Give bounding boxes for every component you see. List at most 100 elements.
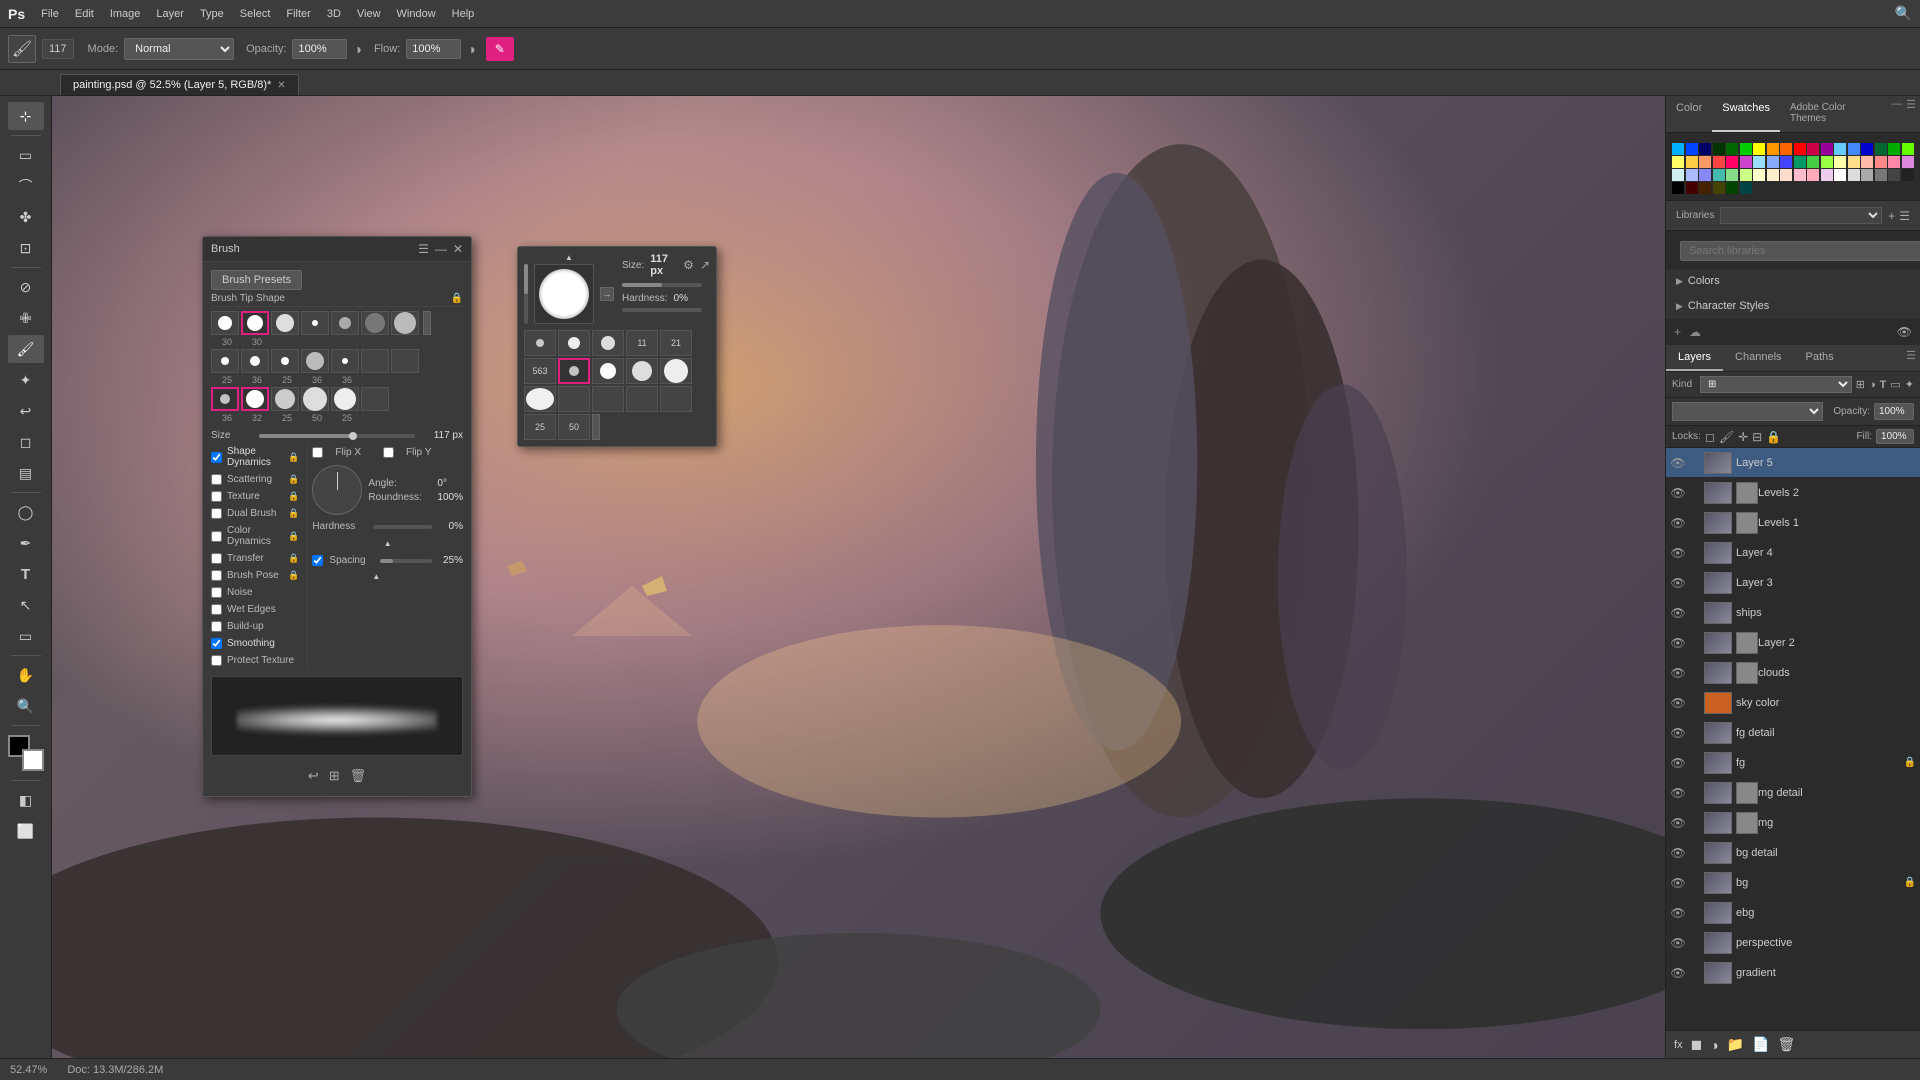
btp-tip-4[interactable]: 11: [626, 330, 658, 356]
layer-row-Layer_2[interactable]: 👁 Layer 2: [1666, 628, 1920, 658]
panel-menu-icon[interactable]: ☰: [1906, 98, 1916, 130]
swatch-cell-7[interactable]: [1767, 143, 1779, 155]
brush-tip-cell-4[interactable]: [301, 311, 329, 335]
layers-panel-menu-icon[interactable]: ☰: [1906, 350, 1916, 362]
fill-value-input[interactable]: [1876, 429, 1914, 444]
libraries-dropdown[interactable]: Article_Elements_2014 (2): [1720, 207, 1882, 224]
swatch-cell-5[interactable]: [1740, 143, 1752, 155]
brush-tip-cell-10[interactable]: [271, 349, 299, 373]
brush-tip-cell-5[interactable]: [331, 311, 359, 335]
menu-file[interactable]: File: [41, 8, 59, 20]
swatch-cell-37[interactable]: [1686, 169, 1698, 181]
swatch-cell-22[interactable]: [1726, 156, 1738, 168]
swatch-cell-26[interactable]: [1780, 156, 1792, 168]
lib-add-icon[interactable]: +: [1888, 209, 1895, 223]
swatch-cell-53[interactable]: [1902, 169, 1914, 181]
layer-fx-btn[interactable]: fx: [1674, 1036, 1683, 1053]
layer-folder-btn[interactable]: 📁: [1727, 1036, 1744, 1053]
wet-edges-check[interactable]: Wet Edges: [211, 602, 299, 617]
document-tab[interactable]: painting.psd @ 52.5% (Layer 5, RGB/8)* ✕: [60, 74, 299, 95]
tab-color[interactable]: Color: [1666, 96, 1712, 132]
brush-tip-cell-3[interactable]: [271, 311, 299, 335]
swatch-cell-17[interactable]: [1902, 143, 1914, 155]
brush-tip-cell-2[interactable]: [241, 311, 269, 335]
transfer-check[interactable]: Transfer🔒: [211, 551, 299, 566]
swatch-cell-35[interactable]: [1902, 156, 1914, 168]
tab-close-btn[interactable]: ✕: [277, 80, 285, 91]
layer-eye-1[interactable]: 👁: [1670, 485, 1686, 501]
kind-text-icon[interactable]: T: [1880, 379, 1887, 391]
swatch-cell-42[interactable]: [1753, 169, 1765, 181]
blend-mode-select[interactable]: Normal: [1672, 402, 1823, 421]
brush-tip-cell-sel-2[interactable]: [241, 387, 269, 411]
brush-tip-cell-8[interactable]: [211, 349, 239, 373]
gradient-tool[interactable]: ▤: [8, 459, 44, 487]
swatch-cell-49[interactable]: [1848, 169, 1860, 181]
crop-tool[interactable]: ⊡: [8, 234, 44, 262]
layer-eye-7[interactable]: 👁: [1670, 665, 1686, 681]
swatch-cell-48[interactable]: [1834, 169, 1846, 181]
layer-eye-15[interactable]: 👁: [1670, 905, 1686, 921]
history-brush-tool[interactable]: ↩: [8, 397, 44, 425]
lock-artboard-btn[interactable]: ⊟: [1752, 430, 1762, 444]
swatch-cell-21[interactable]: [1713, 156, 1725, 168]
swatch-cell-34[interactable]: [1888, 156, 1900, 168]
brush-tip-cell-sel-1[interactable]: [211, 387, 239, 411]
scattering-check[interactable]: Scattering🔒: [211, 472, 299, 487]
layer-adjustment-btn[interactable]: ◑: [1710, 1036, 1718, 1053]
tab-swatches[interactable]: Swatches: [1712, 96, 1780, 132]
flip-x-checkbox[interactable]: [312, 447, 323, 458]
color-dynamics-check[interactable]: Color Dynamics🔒: [211, 523, 299, 549]
layer-delete-btn[interactable]: 🗑: [1778, 1036, 1796, 1053]
layer-eye-0[interactable]: 👁: [1670, 455, 1686, 471]
btp-tip-14[interactable]: [626, 386, 658, 412]
swatch-cell-6[interactable]: [1753, 143, 1765, 155]
layer-row-gradient[interactable]: 👁 gradient: [1666, 958, 1920, 988]
texture-check[interactable]: Texture🔒: [211, 489, 299, 504]
swatch-cell-11[interactable]: [1821, 143, 1833, 155]
layer-eye-10[interactable]: 👁: [1670, 755, 1686, 771]
swatch-cell-55[interactable]: [1686, 182, 1698, 194]
kind-pixel-icon[interactable]: ⊞: [1856, 378, 1865, 391]
layer-eye-2[interactable]: 👁: [1670, 515, 1686, 531]
layer-row-mg[interactable]: 👁 mg: [1666, 808, 1920, 838]
swatch-cell-39[interactable]: [1713, 169, 1725, 181]
mode-select[interactable]: Normal: [124, 38, 234, 60]
swatch-cell-32[interactable]: [1861, 156, 1873, 168]
brush-tip-cell-sel-6[interactable]: [361, 387, 389, 411]
btp-size-slider[interactable]: [622, 283, 702, 287]
menu-view[interactable]: View: [357, 8, 381, 20]
swatch-cell-4[interactable]: [1726, 143, 1738, 155]
layer-eye-3[interactable]: 👁: [1670, 545, 1686, 561]
swatch-cell-10[interactable]: [1807, 143, 1819, 155]
layer-row-bg[interactable]: 👁 bg 🔒: [1666, 868, 1920, 898]
brush-tool-icon[interactable]: 🖌: [8, 35, 36, 63]
swatch-cell-36[interactable]: [1672, 169, 1684, 181]
swatch-cell-0[interactable]: [1672, 143, 1684, 155]
layer-eye-14[interactable]: 👁: [1670, 875, 1686, 891]
swatch-cell-50[interactable]: [1861, 169, 1873, 181]
btp-tip-13[interactable]: [592, 386, 624, 412]
layer-row-Levels_2[interactable]: 👁 Levels 2: [1666, 478, 1920, 508]
btp-tip-7[interactable]: [558, 358, 590, 384]
layer-eye-13[interactable]: 👁: [1670, 845, 1686, 861]
lock-image-btn[interactable]: 🖌: [1719, 430, 1734, 444]
layer-row-ebg[interactable]: 👁 ebg: [1666, 898, 1920, 928]
swatch-cell-8[interactable]: [1780, 143, 1792, 155]
layer-eye-17[interactable]: 👁: [1670, 965, 1686, 981]
menu-type[interactable]: Type: [200, 8, 224, 20]
brush-tip-cell-14[interactable]: [391, 349, 419, 373]
brush-tip-cell-sel-5[interactable]: [331, 387, 359, 411]
layer-eye-12[interactable]: 👁: [1670, 815, 1686, 831]
layer-row-sky_color[interactable]: 👁 sky color: [1666, 688, 1920, 718]
swatch-cell-27[interactable]: [1794, 156, 1806, 168]
layer-eye-9[interactable]: 👁: [1670, 725, 1686, 741]
lasso-tool[interactable]: ⌒: [8, 172, 44, 200]
swatch-cell-19[interactable]: [1686, 156, 1698, 168]
swatch-cell-45[interactable]: [1794, 169, 1806, 181]
swatch-cell-43[interactable]: [1767, 169, 1779, 181]
layer-row-ships[interactable]: 👁 ships: [1666, 598, 1920, 628]
menu-window[interactable]: Window: [397, 8, 436, 20]
swatch-cell-30[interactable]: [1834, 156, 1846, 168]
btp-tip-12[interactable]: [558, 386, 590, 412]
